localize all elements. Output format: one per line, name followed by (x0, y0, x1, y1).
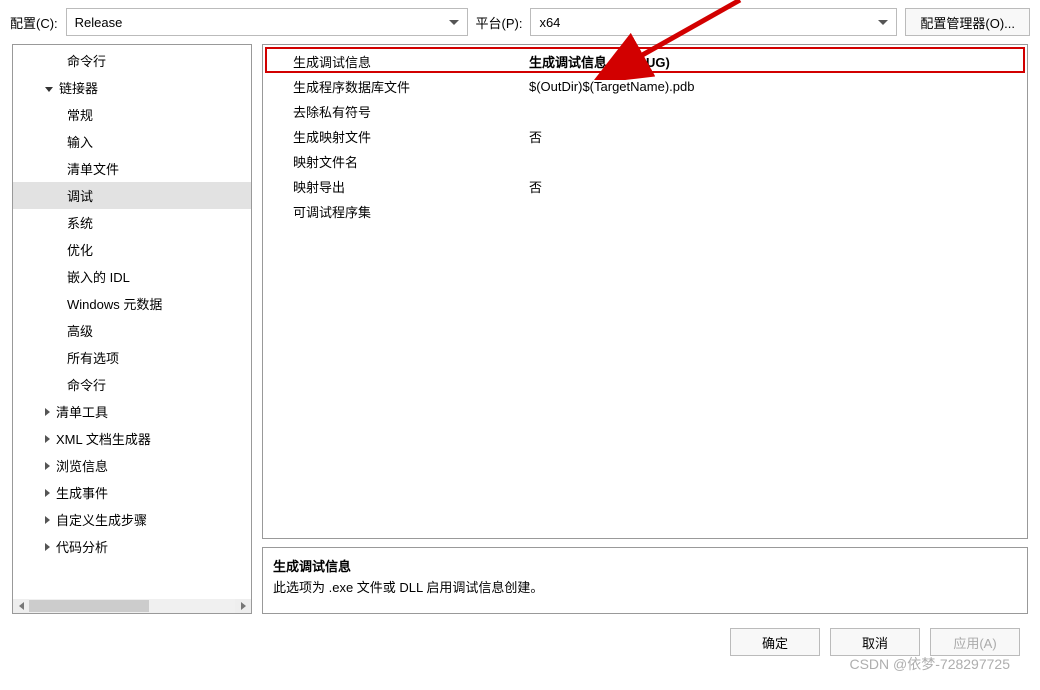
property-key: 可调试程序集 (263, 202, 527, 221)
platform-value: x64 (539, 15, 872, 30)
tree-item[interactable]: 嵌入的 IDL (13, 263, 251, 290)
tree-item-label: 命令行 (67, 375, 106, 394)
chevron-down-icon (449, 20, 459, 25)
property-value[interactable]: 否 (527, 127, 1027, 146)
tree-item-label: 浏览信息 (56, 456, 108, 475)
top-toolbar: 配置(C): Release 平台(P): x64 配置管理器(O)... (0, 0, 1040, 44)
tree-item-label: 常规 (67, 105, 93, 124)
apply-button[interactable]: 应用(A) (930, 628, 1020, 656)
arrow-left-icon (19, 602, 24, 610)
tree-item[interactable]: 命令行 (13, 371, 251, 398)
scroll-left-button[interactable] (13, 599, 29, 613)
property-key: 映射文件名 (263, 152, 527, 171)
property-row[interactable]: 去除私有符号 (263, 99, 1027, 124)
property-row[interactable]: 生成程序数据库文件$(OutDir)$(TargetName).pdb (263, 74, 1027, 99)
tree-item[interactable]: 系统 (13, 209, 251, 236)
property-value[interactable]: $(OutDir)$(TargetName).pdb (527, 79, 1027, 94)
expander-closed-icon[interactable] (45, 435, 50, 443)
expander-open-icon[interactable] (45, 87, 53, 92)
tree-item[interactable]: 浏览信息 (13, 452, 251, 479)
tree-item[interactable]: 链接器 (13, 74, 251, 101)
property-key: 生成调试信息 (263, 52, 527, 71)
cancel-button[interactable]: 取消 (830, 628, 920, 656)
tree-item-label: 高级 (67, 321, 93, 340)
ok-button[interactable]: 确定 (730, 628, 820, 656)
tree-item-label: 清单工具 (56, 402, 108, 421)
property-row[interactable]: 可调试程序集 (263, 199, 1027, 224)
tree-item-label: 优化 (67, 240, 93, 259)
property-row[interactable]: 映射导出否 (263, 174, 1027, 199)
tree-item-label: 调试 (67, 186, 93, 205)
chevron-down-icon (878, 20, 888, 25)
tree-item[interactable]: XML 文档生成器 (13, 425, 251, 452)
tree-item[interactable]: 常规 (13, 101, 251, 128)
tree-item-label: 命令行 (67, 51, 106, 70)
tree-item[interactable]: 代码分析 (13, 533, 251, 560)
tree-item-label: 代码分析 (56, 537, 108, 556)
expander-closed-icon[interactable] (45, 489, 50, 497)
tree-item-label: 生成事件 (56, 483, 108, 502)
description-text: 此选项为 .exe 文件或 DLL 启用调试信息创建。 (273, 577, 1017, 596)
expander-closed-icon[interactable] (45, 408, 50, 416)
tree-item[interactable]: 输入 (13, 128, 251, 155)
watermark-text: CSDN @依梦-728297725 (849, 654, 1010, 674)
scroll-thumb[interactable] (29, 600, 149, 612)
right-area: 生成调试信息生成调试信息 (/DEBUG)生成程序数据库文件$(OutDir)$… (262, 44, 1028, 614)
dialog-button-bar: 确定 取消 应用(A) (0, 614, 1040, 656)
property-key: 去除私有符号 (263, 102, 527, 121)
property-key: 映射导出 (263, 177, 527, 196)
tree-item[interactable]: 清单工具 (13, 398, 251, 425)
tree-item-label: 嵌入的 IDL (67, 267, 130, 286)
tree-item[interactable]: 生成事件 (13, 479, 251, 506)
scroll-right-button[interactable] (235, 599, 251, 613)
platform-label: 平台(P): (476, 13, 523, 32)
property-row[interactable]: 生成调试信息生成调试信息 (/DEBUG) (263, 49, 1027, 74)
tree-item[interactable]: 高级 (13, 317, 251, 344)
expander-closed-icon[interactable] (45, 462, 50, 470)
tree-item-label: 自定义生成步骤 (56, 510, 147, 529)
category-tree-panel: 命令行链接器常规输入清单文件调试系统优化嵌入的 IDLWindows 元数据高级… (12, 44, 252, 614)
tree-item[interactable]: 命令行 (13, 47, 251, 74)
tree-item-label: Windows 元数据 (67, 294, 162, 313)
main-area: 命令行链接器常规输入清单文件调试系统优化嵌入的 IDLWindows 元数据高级… (0, 44, 1040, 614)
expander-closed-icon[interactable] (45, 516, 50, 524)
tree-item-label: 输入 (67, 132, 93, 151)
arrow-right-icon (241, 602, 246, 610)
tree-item[interactable]: 清单文件 (13, 155, 251, 182)
tree-item[interactable]: 优化 (13, 236, 251, 263)
property-value[interactable]: 否 (527, 177, 1027, 196)
config-value: Release (75, 15, 443, 30)
property-key: 生成映射文件 (263, 127, 527, 146)
tree-item-label: 系统 (67, 213, 93, 232)
tree-item-label: 链接器 (59, 78, 98, 97)
description-panel: 生成调试信息 此选项为 .exe 文件或 DLL 启用调试信息创建。 (262, 547, 1028, 614)
config-manager-button[interactable]: 配置管理器(O)... (905, 8, 1030, 36)
tree-item-label: 清单文件 (67, 159, 119, 178)
config-select[interactable]: Release (66, 8, 468, 36)
config-label: 配置(C): (10, 13, 58, 32)
tree-item[interactable]: 调试 (13, 182, 251, 209)
tree-item-label: 所有选项 (67, 348, 119, 367)
property-value[interactable]: 生成调试信息 (/DEBUG) (527, 52, 1027, 71)
expander-closed-icon[interactable] (45, 543, 50, 551)
property-row[interactable]: 生成映射文件否 (263, 124, 1027, 149)
tree-item[interactable]: 所有选项 (13, 344, 251, 371)
scroll-track[interactable] (29, 599, 235, 613)
platform-select[interactable]: x64 (530, 8, 897, 36)
tree-h-scrollbar[interactable] (13, 599, 251, 613)
property-grid: 生成调试信息生成调试信息 (/DEBUG)生成程序数据库文件$(OutDir)$… (262, 44, 1028, 539)
description-title: 生成调试信息 (273, 556, 1017, 575)
property-row[interactable]: 映射文件名 (263, 149, 1027, 174)
property-key: 生成程序数据库文件 (263, 77, 527, 96)
tree-item[interactable]: Windows 元数据 (13, 290, 251, 317)
tree-item-label: XML 文档生成器 (56, 429, 151, 448)
tree-item[interactable]: 自定义生成步骤 (13, 506, 251, 533)
